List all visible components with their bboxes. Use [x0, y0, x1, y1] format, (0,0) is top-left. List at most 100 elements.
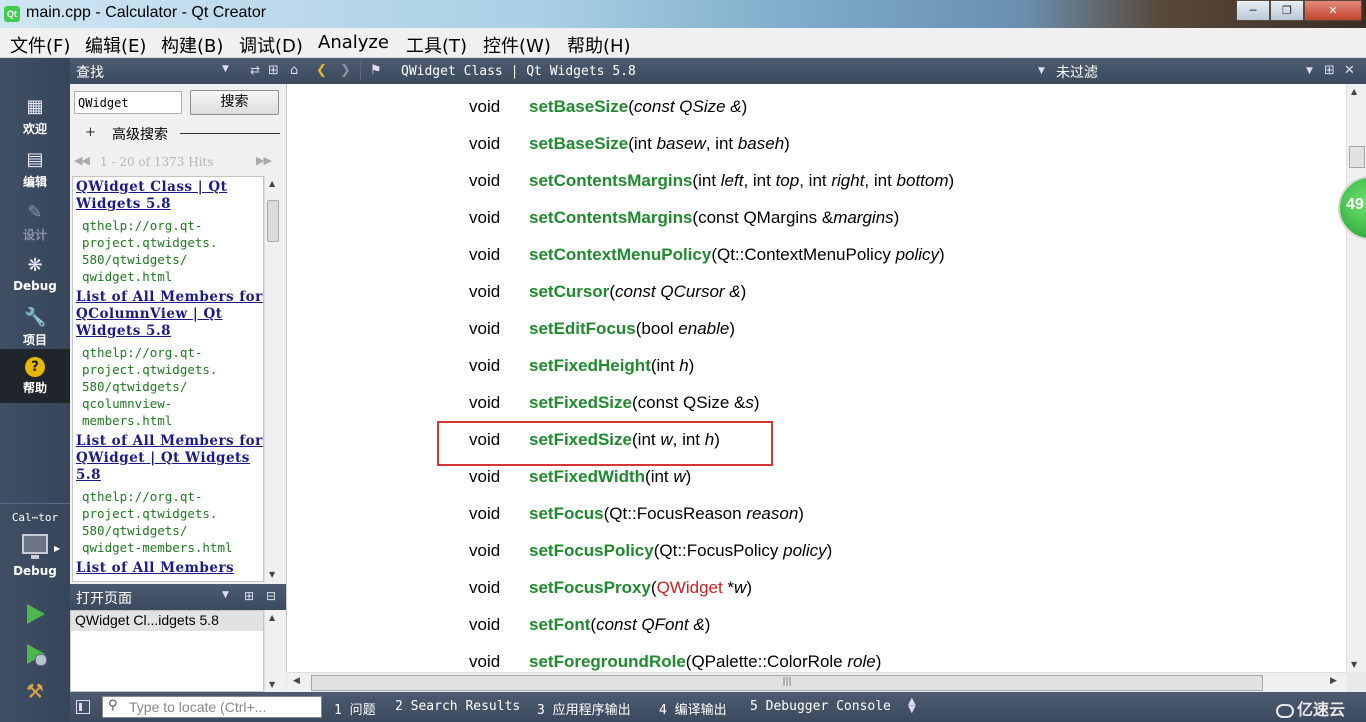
scroll-down-arrow-icon[interactable]: ▼ [269, 570, 275, 579]
panel-dropdown-icon[interactable]: ▼ [222, 590, 229, 600]
close-window-button[interactable]: ✕ [1304, 0, 1362, 21]
build-hammer-button[interactable]: ⚒ [24, 680, 46, 702]
toolbar-divider [360, 62, 361, 80]
close-document-icon[interactable]: ✕ [1344, 63, 1355, 78]
pane-scroll-arrows-icon[interactable]: ▲ ▼ [908, 697, 916, 715]
search-input[interactable] [74, 91, 182, 114]
table-row: void setContentsMargins(const QMargins &m… [287, 208, 1346, 245]
bookmark-icon[interactable]: ⚑ [370, 63, 382, 78]
function-name-link[interactable]: setFocus [529, 504, 604, 523]
function-name-link[interactable]: setFixedSize [529, 393, 632, 412]
filter-select[interactable]: 未过滤 [1056, 62, 1098, 82]
menu-help[interactable]: 帮助(H) [567, 32, 631, 58]
pane-compile-output[interactable]: 4 编译输出 [659, 699, 727, 718]
list-item[interactable]: List of All Members [73, 558, 263, 577]
sync-icon[interactable]: ⇄ [250, 63, 260, 77]
mode-help[interactable]: ? 帮助 [0, 349, 70, 403]
mode-projects[interactable]: 🔧 项目 [0, 301, 70, 353]
maximize-button[interactable]: ❐ [1270, 0, 1304, 21]
function-name-link[interactable]: setContentsMargins [529, 208, 692, 227]
list-item[interactable]: List of All Members for QWidget | Qt Wid… [73, 431, 263, 558]
advanced-search-toggle[interactable]: + [85, 125, 96, 140]
split-icon[interactable]: ⊞ [1324, 63, 1335, 78]
results-scrollbar[interactable]: ▲ ▼ [264, 176, 281, 582]
scrollbar-thumb[interactable]: ||| [311, 675, 1263, 691]
panel-dropdown-icon[interactable]: ▼ [222, 64, 229, 74]
document-dropdown-icon[interactable]: ▼ [1038, 66, 1045, 76]
document-title[interactable]: QWidget Class | Qt Widgets 5.8 [401, 64, 636, 79]
list-item[interactable]: QWidget Class | Qt Widgets 5.8 qthelp://… [73, 177, 263, 287]
menu-edit[interactable]: 编辑(E) [85, 32, 146, 58]
result-title-link[interactable]: List of All Members [76, 560, 263, 577]
start-debugging-button[interactable] [24, 643, 47, 666]
forward-icon[interactable]: ❯ [340, 63, 351, 78]
function-name-link[interactable]: setContextMenuPolicy [529, 245, 711, 264]
list-item[interactable]: List of All Members for QColumnView | Qt… [73, 287, 263, 431]
function-name-link[interactable]: setBaseSize [529, 134, 628, 153]
function-name-link[interactable]: setFixedWidth [529, 467, 645, 486]
advanced-search-label[interactable]: 高级搜索 [112, 124, 168, 144]
kit-selector-monitor-icon[interactable] [22, 534, 48, 559]
function-signature: setFocus(Qt::FocusReason reason) [529, 504, 804, 524]
mode-edit[interactable]: ▤ 编辑 [0, 143, 70, 195]
function-name-link[interactable]: setEditFocus [529, 319, 636, 338]
home-icon[interactable]: ⌂ [290, 63, 298, 78]
pane-search-results[interactable]: 2 Search Results [395, 699, 520, 714]
pane-debugger-console[interactable]: 5 Debugger Console [750, 699, 891, 714]
function-name-link[interactable]: setCursor [529, 282, 609, 301]
scroll-right-arrow-icon[interactable]: ▶ [1330, 676, 1337, 686]
pane-issues[interactable]: 1 问题 [334, 699, 376, 718]
floating-counter-badge[interactable]: 49 [1338, 176, 1366, 240]
result-title-link[interactable]: List of All Members for QColumnView | Qt… [76, 289, 263, 340]
content-horizontal-scrollbar[interactable]: ◀ ||| ▶ [287, 672, 1346, 692]
menu-build[interactable]: 构建(B) [161, 32, 223, 58]
toggle-sidebar-icon[interactable] [76, 700, 90, 714]
param-text: ) [798, 504, 804, 523]
close-panel-icon[interactable]: ⊟ [266, 589, 276, 603]
type-link[interactable]: QWidget [657, 578, 723, 597]
mode-welcome[interactable]: ▦ 欢迎 [0, 90, 70, 142]
function-name-link[interactable]: setFocusPolicy [529, 541, 654, 560]
function-name-link[interactable]: setContentsMargins [529, 171, 692, 190]
function-name-link[interactable]: setForegroundRole [529, 652, 686, 671]
scroll-left-arrow-icon[interactable]: ◀ [293, 676, 300, 686]
mode-design[interactable]: ✎ 设计 [0, 196, 70, 248]
result-title-link[interactable]: QWidget Class | Qt Widgets 5.8 [76, 179, 263, 213]
table-row: void setContextMenuPolicy(Qt::ContextMenu… [287, 245, 1346, 282]
scroll-down-arrow-icon[interactable]: ▼ [1351, 660, 1357, 669]
function-name-link[interactable]: setFixedHeight [529, 356, 651, 375]
back-icon[interactable]: ❮ [316, 63, 327, 78]
result-url: qthelp://org.qt- project.qtwidgets. 580/… [82, 218, 218, 284]
menu-tools[interactable]: 工具(T) [406, 32, 467, 58]
function-name-link[interactable]: setFont [529, 615, 590, 634]
param-text: (Qt::ContextMenuPolicy [711, 245, 896, 264]
scroll-down-arrow-icon[interactable]: ▼ [269, 680, 275, 689]
pane-application-output[interactable]: 3 应用程序输出 [537, 699, 631, 718]
content-vertical-scrollbar[interactable]: ▲ ▼ [1346, 84, 1366, 672]
scroll-up-arrow-icon[interactable]: ▲ [1351, 87, 1357, 96]
open-pages-scrollbar[interactable]: ▲ ▼ [264, 610, 281, 692]
scrollbar-thumb[interactable] [1349, 146, 1365, 168]
mode-debug[interactable]: ❋ Debug [0, 249, 70, 301]
menu-debug[interactable]: 调试(D) [239, 32, 303, 58]
open-page-item[interactable]: QWidget Cl...idgets 5.8 [71, 611, 263, 631]
split-icon[interactable]: ⊞ [244, 589, 254, 603]
function-name-link[interactable]: setBaseSize [529, 97, 628, 116]
filter-dropdown-icon[interactable]: ▼ [1306, 66, 1313, 76]
scroll-up-arrow-icon[interactable]: ▲ [269, 179, 275, 188]
next-last-page-icon[interactable]: ▶▶ [256, 154, 272, 167]
function-name-link[interactable]: setFocusProxy [529, 578, 651, 597]
menu-file[interactable]: 文件(F) [10, 32, 70, 58]
scrollbar-thumb[interactable] [267, 200, 279, 242]
scroll-up-arrow-icon[interactable]: ▲ [269, 613, 275, 622]
run-button[interactable] [24, 603, 46, 625]
locator-input[interactable]: ⚲ Type to locate (Ctrl+... [102, 696, 322, 718]
menu-analyze[interactable]: Analyze [318, 32, 389, 53]
first-prev-page-icon[interactable]: ◀◀ [74, 154, 90, 167]
open-pages-header: 打开页面 ▼ ⊞ ⊟ [70, 584, 286, 610]
search-button[interactable]: 搜索 [190, 90, 279, 115]
result-title-link[interactable]: List of All Members for QWidget | Qt Wid… [76, 433, 263, 484]
split-icon[interactable]: ⊞ [268, 63, 279, 78]
menu-widgets[interactable]: 控件(W) [483, 32, 551, 58]
minimize-button[interactable]: ─ [1236, 0, 1270, 21]
